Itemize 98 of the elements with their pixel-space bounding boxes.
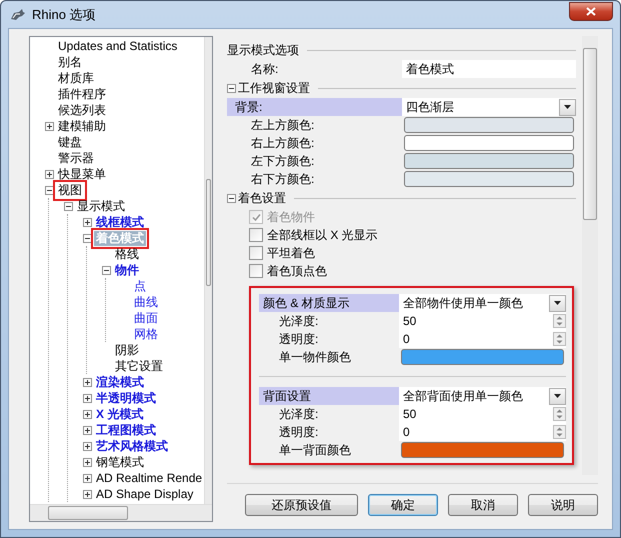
color-swatch[interactable]	[404, 117, 574, 133]
expand-icon[interactable]	[82, 218, 92, 226]
tree-item[interactable]: 半透明模式	[94, 390, 158, 406]
dialog-button[interactable]: 取消	[448, 494, 518, 516]
tree-item[interactable]: 点	[132, 278, 148, 294]
rhino-logo-icon	[10, 6, 26, 22]
color-swatch[interactable]	[401, 349, 564, 365]
expand-icon[interactable]	[82, 426, 92, 434]
property-label: 右上方颜色:	[250, 135, 316, 152]
dialog-button[interactable]: 确定	[368, 494, 438, 516]
property-label: 光泽度:	[278, 406, 320, 423]
section-title: 工作视窗设置	[238, 80, 310, 96]
collapse-icon[interactable]	[64, 202, 72, 210]
dropdown[interactable]: 全部背面使用单一颜色	[399, 387, 566, 405]
property-heading: 背景:	[227, 98, 402, 116]
color-swatch[interactable]	[404, 171, 574, 187]
collapse-icon[interactable]	[82, 234, 92, 242]
property-label: 右下方颜色:	[250, 171, 316, 188]
property-label: 左下方颜色:	[250, 153, 316, 170]
checkbox-label: 着色顶点色	[267, 262, 327, 280]
close-button[interactable]	[569, 2, 613, 21]
checkbox-label: 平坦着色	[267, 244, 315, 262]
property-label: 透明度:	[278, 331, 320, 348]
caret-icon	[554, 394, 561, 398]
expand-icon[interactable]	[82, 394, 92, 402]
tree-item[interactable]: 其它设置	[113, 358, 165, 374]
tree-item[interactable]: 插件程序	[56, 86, 108, 102]
tree-item[interactable]: X 光模式	[94, 406, 146, 422]
expand-icon[interactable]	[82, 410, 92, 418]
tree-item[interactable]: 网格	[132, 326, 160, 342]
tree-item[interactable]: 显示模式	[75, 198, 127, 214]
collapse-icon[interactable]	[227, 194, 236, 202]
property-label: 透明度:	[278, 424, 320, 441]
tree-item[interactable]: 视图	[56, 182, 84, 198]
expand-icon[interactable]	[44, 170, 54, 178]
tree-item[interactable]: 阴影	[113, 342, 141, 358]
close-icon	[586, 7, 596, 16]
spinner-arrows-icon[interactable]	[553, 332, 566, 346]
tree-item[interactable]: 渲染模式	[94, 374, 146, 390]
name-field[interactable]: 着色模式	[402, 60, 576, 78]
property-label: 单一背面颜色	[278, 442, 352, 459]
expand-icon[interactable]	[82, 378, 92, 386]
window-title: Rhino 选项	[32, 6, 96, 24]
spinner-arrows-icon[interactable]	[553, 407, 566, 421]
scrollbar[interactable]	[204, 37, 212, 504]
scrollbar[interactable]	[30, 504, 212, 521]
color-swatch[interactable]	[404, 153, 574, 169]
property-label: 单一物件颜色	[278, 349, 352, 366]
property-label: 名称:	[250, 61, 280, 78]
section-title: 显示模式选项	[227, 42, 299, 58]
property-heading: 颜色 & 材质显示	[259, 294, 399, 312]
tree-item[interactable]: 键盘	[56, 134, 84, 150]
collapse-icon[interactable]	[102, 266, 110, 274]
tree-item[interactable]: 曲面	[132, 310, 160, 326]
spinner-arrows-icon[interactable]	[553, 314, 566, 328]
tree-item[interactable]: 艺术风格模式	[94, 438, 170, 454]
expand-icon[interactable]	[82, 458, 92, 466]
checkbox-label: 全部线框以 X 光显示	[267, 226, 378, 244]
color-swatch[interactable]	[401, 442, 564, 458]
expand-icon[interactable]	[82, 442, 92, 450]
tree-item[interactable]: 格线	[113, 246, 141, 262]
expand-icon[interactable]	[82, 490, 92, 498]
checkbox-label: 着色物件	[267, 208, 315, 226]
tree-item[interactable]: AD Realtime Rende	[94, 470, 204, 486]
section-title: 着色设置	[238, 190, 286, 206]
tree-item[interactable]: 警示器	[56, 150, 96, 166]
caret-icon	[554, 301, 561, 305]
expand-icon[interactable]	[82, 474, 92, 482]
dropdown[interactable]: 全部物件使用单一颜色	[399, 294, 566, 312]
tree-item[interactable]: AD Shape Display	[94, 486, 196, 502]
tree-item[interactable]: 钢笔模式	[94, 454, 146, 470]
collapse-icon[interactable]	[44, 186, 54, 194]
caret-icon	[564, 105, 571, 109]
tree-item[interactable]: 别名	[56, 54, 84, 70]
spinner-arrows-icon[interactable]	[553, 425, 566, 439]
dialog-button[interactable]: 还原预设值	[245, 494, 358, 516]
tree-item[interactable]: 快显菜单	[56, 166, 108, 182]
tree-item[interactable]: Updates and Statistics	[56, 38, 180, 54]
property-heading: 背面设置	[259, 387, 399, 405]
check-icon	[252, 212, 260, 222]
collapse-icon[interactable]	[227, 84, 236, 92]
tree-item[interactable]: 物件	[113, 262, 141, 278]
tree-item[interactable]: 工程图模式	[94, 422, 158, 438]
tree-item[interactable]: 建模辅助	[56, 118, 108, 134]
tree-item[interactable]: 材质库	[56, 70, 96, 86]
tree-item[interactable]: 候选列表	[56, 102, 108, 118]
dialog-button[interactable]: 说明	[528, 494, 598, 516]
checkbox[interactable]	[249, 228, 263, 242]
dropdown[interactable]: 四色渐层	[402, 98, 576, 116]
color-swatch[interactable]	[404, 135, 574, 151]
property-label: 左上方颜色:	[250, 117, 316, 134]
property-label: 光泽度:	[278, 313, 320, 330]
expand-icon[interactable]	[44, 122, 54, 130]
tree-item[interactable]: 曲线	[132, 294, 160, 310]
scrollbar[interactable]	[582, 36, 598, 475]
checkbox[interactable]	[249, 246, 263, 260]
checkbox[interactable]	[249, 264, 263, 278]
tree-item[interactable]: 线框模式	[94, 214, 146, 230]
